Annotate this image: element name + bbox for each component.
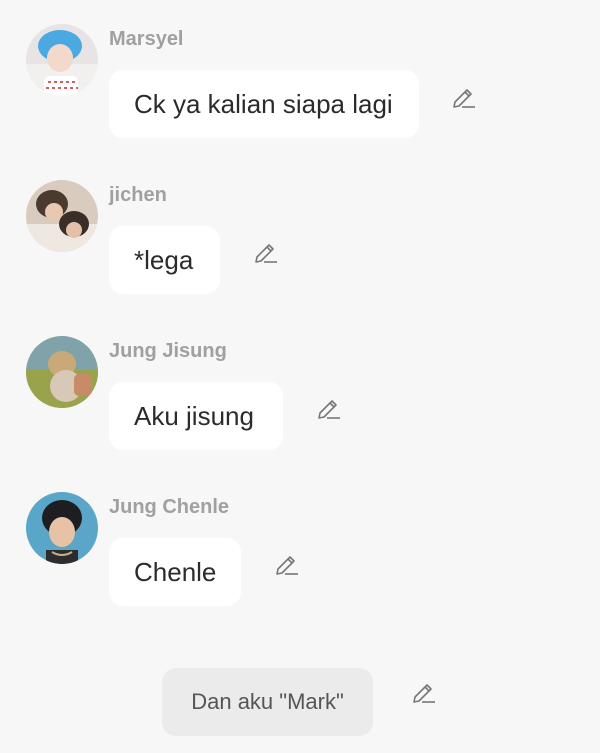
message-bubble[interactable]: Aku jisung (109, 382, 283, 450)
pencil-icon[interactable] (450, 82, 478, 110)
avatar[interactable] (26, 336, 98, 408)
avatar[interactable] (26, 492, 98, 564)
sender-name: Jung Jisung (109, 340, 227, 362)
pencil-icon[interactable] (315, 393, 343, 421)
sender-name: jichen (109, 184, 167, 206)
message-bubble[interactable]: Ck ya kalian siapa lagi (109, 70, 419, 138)
sender-name: Marsyel (109, 28, 184, 50)
message-bubble[interactable]: *lega (109, 226, 220, 294)
chat-thread: Marsyel Ck ya kalian siapa lagi jichen *… (0, 0, 600, 753)
sender-name: Jung Chenle (109, 496, 230, 518)
pencil-icon[interactable] (273, 549, 301, 577)
message-bubble[interactable]: Chenle (109, 538, 241, 606)
avatar[interactable] (26, 24, 98, 96)
pencil-icon[interactable] (252, 237, 280, 265)
pencil-icon[interactable] (410, 677, 438, 705)
system-message[interactable]: Dan aku "Mark" (162, 668, 373, 736)
avatar[interactable] (26, 180, 98, 252)
